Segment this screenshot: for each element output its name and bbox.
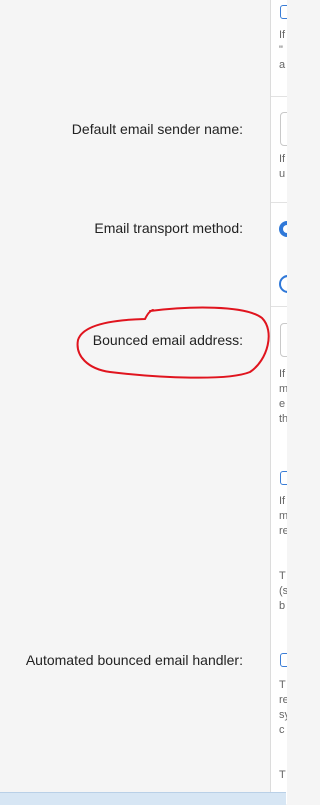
- bounced-email-hint: Ifmeth: [279, 368, 287, 425]
- bounced-email-address-input[interactable]: [280, 323, 287, 357]
- bounce-option-checkbox[interactable]: [280, 471, 287, 485]
- bounce-handler-checkbox[interactable]: [280, 653, 287, 667]
- transport-radio-selected[interactable]: [279, 221, 287, 237]
- bounced-email-handler-label: Automated bounced email handler:: [25, 652, 243, 668]
- section-divider: [271, 306, 287, 307]
- section-divider: [271, 96, 287, 97]
- bounce-option-hint: Ifmre: [279, 495, 287, 537]
- bounced-email-address-label: Bounced email address:: [92, 332, 243, 348]
- transport-method-label: Email transport method:: [94, 220, 243, 236]
- footer-bar: [0, 792, 286, 805]
- default-sender-name-input[interactable]: [280, 112, 287, 146]
- sender-name-hint: If u: [279, 153, 286, 180]
- bounce-note-hint: T(sb: [279, 570, 287, 612]
- settings-content-column: If"a Ifu Ifmeth Ifmre T(sb Tresyc T: [270, 0, 287, 804]
- bounce-handler-hint: Tresyc: [279, 679, 287, 736]
- section-divider: [271, 202, 287, 203]
- default-sender-name-label: Default email sender name:: [71, 121, 243, 137]
- option-hint: If " a: [279, 29, 286, 71]
- option-checkbox[interactable]: [280, 5, 287, 19]
- settings-label-column: Default email sender name: Email transpo…: [0, 0, 270, 804]
- bounce-handler-note: T: [279, 769, 286, 781]
- transport-radio-unselected[interactable]: [279, 275, 287, 293]
